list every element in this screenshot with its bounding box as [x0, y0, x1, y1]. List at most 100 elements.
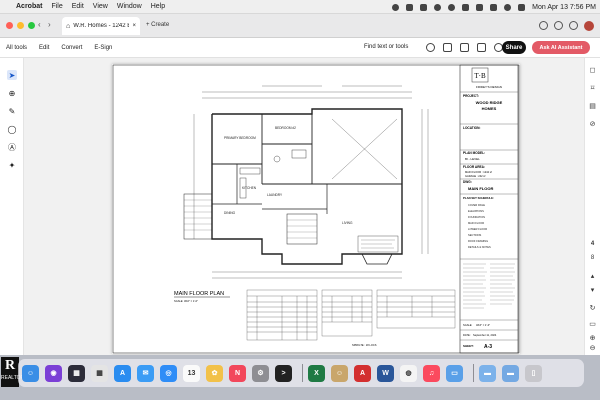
user-avatar[interactable]: [584, 21, 594, 31]
ask-ai-assistant-button[interactable]: Ask AI Assistant: [532, 41, 590, 54]
zoom-in-icon[interactable]: ⊕: [588, 334, 597, 343]
dock-mission-control-icon[interactable]: ▦: [68, 364, 85, 382]
bookmark-icon[interactable]: ⌑: [588, 84, 597, 93]
dock-photos-icon[interactable]: ✿: [206, 364, 223, 382]
wifi-icon[interactable]: [490, 3, 498, 11]
lasso-icon[interactable]: ◯: [7, 124, 17, 134]
date-value: September 11, 2024: [473, 333, 497, 337]
refresh-icon[interactable]: ↻: [588, 304, 597, 313]
clock-icon[interactable]: [434, 3, 442, 11]
dock-folder-icon[interactable]: ▬: [479, 364, 496, 382]
tab-bar: ‹ › ⌂ W.R. Homes - 1242 Bi-L... × + Crea…: [0, 14, 600, 38]
menu-file[interactable]: File: [51, 3, 62, 10]
dock-mail-icon[interactable]: ✉: [137, 364, 154, 382]
sheet-list-item: FOUNDATION: [468, 215, 485, 219]
esign-button[interactable]: E-Sign: [94, 45, 112, 51]
print-icon[interactable]: [477, 43, 486, 52]
menu-view[interactable]: View: [93, 3, 108, 10]
sheet-list-item: ROOF FRAMING: [468, 239, 488, 243]
realtor-logo: R REALTOR: [1, 357, 25, 387]
help-icon[interactable]: [539, 21, 548, 30]
pen-icon[interactable]: ✎: [7, 106, 17, 116]
sheet-list-item: MAIN FLOOR: [468, 221, 484, 225]
zoom-out-icon[interactable]: ⊖: [588, 344, 597, 353]
all-tools-button[interactable]: All tools: [6, 45, 27, 51]
dropbox-icon[interactable]: [420, 3, 428, 11]
sheet-list-item: COVER PAGE: [468, 203, 485, 207]
home-icon[interactable]: ⌂: [66, 23, 70, 30]
sheet-list-item: SECTIONS: [468, 233, 482, 237]
document-tab[interactable]: ⌂ W.R. Homes - 1242 Bi-L... ×: [62, 17, 140, 35]
forward-arrow-icon[interactable]: ›: [48, 20, 51, 29]
control-center-icon[interactable]: [518, 3, 526, 11]
page-down-icon[interactable]: ▾: [588, 286, 597, 295]
search-tools-icon[interactable]: [426, 43, 435, 52]
comment-icon[interactable]: ◻: [588, 66, 597, 75]
dock-safari-icon[interactable]: ◎: [160, 364, 177, 382]
edit-button[interactable]: Edit: [39, 45, 49, 51]
dock-chrome-icon[interactable]: ◍: [400, 364, 417, 382]
zoom-window-button[interactable]: [28, 22, 35, 29]
dock-trash-icon[interactable]: ▯: [525, 364, 542, 382]
menu-window[interactable]: Window: [117, 3, 142, 10]
menu-app-name[interactable]: Acrobat: [16, 3, 42, 10]
play-icon[interactable]: [448, 3, 456, 11]
minimize-window-button[interactable]: [17, 22, 24, 29]
save-page-icon[interactable]: ▭: [588, 320, 597, 329]
bluetooth-icon[interactable]: [462, 3, 470, 11]
find-text-input[interactable]: Find text or tools: [364, 44, 408, 50]
attachments-icon[interactable]: ⊘: [588, 120, 597, 129]
zoom-icon[interactable]: ⊕: [7, 88, 17, 98]
upload-icon[interactable]: [460, 43, 469, 52]
dock-preview-icon[interactable]: ▭: [446, 364, 463, 382]
dock-siri-icon[interactable]: ◉: [45, 364, 62, 382]
total-page-count: 8: [590, 255, 595, 261]
dock-downloads-icon[interactable]: ▬: [502, 364, 519, 382]
dock-app-store-icon[interactable]: A: [114, 364, 131, 382]
dock-launchpad-icon[interactable]: ▦: [91, 364, 108, 382]
pdf-page[interactable]: T·B FRIDEY'S DESIGN PROJECT: WOOD RIDGE …: [112, 64, 520, 354]
stamp-icon[interactable]: ✦: [7, 160, 17, 170]
apps-icon[interactable]: [569, 21, 578, 30]
current-page-number[interactable]: 4: [588, 240, 597, 249]
notifications-icon[interactable]: [554, 21, 563, 30]
dock-calendar-icon[interactable]: 13: [183, 364, 200, 382]
document-canvas[interactable]: T·B FRIDEY'S DESIGN PROJECT: WOOD RIDGE …: [24, 58, 584, 355]
dock-settings-icon[interactable]: ⚙: [252, 364, 269, 382]
status-app-icon[interactable]: [392, 3, 400, 11]
menu-help[interactable]: Help: [151, 3, 165, 10]
battery-icon[interactable]: [476, 3, 484, 11]
dock-finder-icon[interactable]: ☺: [22, 364, 39, 382]
dock-news-icon[interactable]: N: [229, 364, 246, 382]
dwg-label: DWG:: [463, 180, 472, 184]
floor-area-main: MAIN FLOOR : 1242 sf: [465, 170, 492, 174]
plan-model-value: BI - LEVEL: [465, 157, 480, 161]
dwg-value: MAIN FLOOR: [468, 186, 493, 191]
realtor-logo-text: REALTOR: [1, 375, 25, 381]
close-tab-icon[interactable]: ×: [132, 23, 136, 29]
menu-edit[interactable]: Edit: [72, 3, 84, 10]
save-icon[interactable]: [443, 43, 452, 52]
convert-button[interactable]: Convert: [61, 45, 82, 51]
dock-terminal-icon[interactable]: >: [275, 364, 292, 382]
menu-datetime[interactable]: Mon Apr 13 7:56 PM: [532, 4, 596, 11]
text-box-icon[interactable]: Ⓐ: [7, 142, 17, 152]
cloud-icon[interactable]: [406, 3, 414, 11]
door-schedule-table: [246, 289, 318, 341]
share-button[interactable]: Share: [502, 41, 526, 54]
dock-music-icon[interactable]: ♫: [423, 364, 440, 382]
close-window-button[interactable]: [6, 22, 13, 29]
search-icon[interactable]: [504, 3, 512, 11]
dock-acrobat-icon[interactable]: A: [354, 364, 371, 382]
pages-icon[interactable]: ▤: [588, 102, 597, 111]
select-cursor-icon[interactable]: ➤: [7, 70, 17, 80]
dock-excel-icon[interactable]: X: [308, 364, 325, 382]
back-arrow-icon[interactable]: ‹: [38, 20, 41, 29]
page-up-icon[interactable]: ▴: [588, 272, 597, 281]
scale-label: SCALE:: [463, 323, 473, 327]
realtor-logo-letter: R: [4, 358, 16, 373]
dock-word-icon[interactable]: W: [377, 364, 394, 382]
dock-contacts-icon[interactable]: ☺: [331, 364, 348, 382]
create-button[interactable]: + Create: [146, 22, 169, 28]
dock: ☺ ◉ ▦ ▦ A ✉ ◎ 13 ✿ N ⚙ > X ☺ A W ◍ ♫ ▭ ▬ ▬ ▯: [18, 359, 584, 387]
